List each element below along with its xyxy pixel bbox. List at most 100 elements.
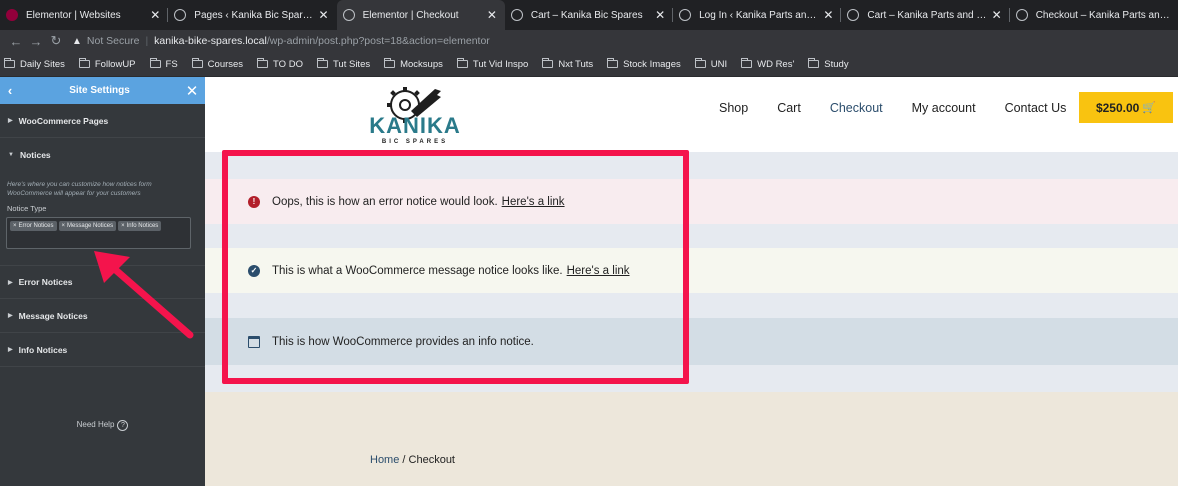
- bookmark-folder[interactable]: Daily Sites: [4, 58, 65, 70]
- bookmark-folder[interactable]: Nxt Tuts: [542, 58, 594, 70]
- cart-total-button[interactable]: $250.00 🛒: [1079, 92, 1173, 123]
- folder-icon: [4, 58, 15, 68]
- close-tab-icon[interactable]: ✕: [485, 8, 499, 22]
- elementor-favicon-icon: [6, 9, 18, 21]
- notice-type-label: Notice Type: [7, 204, 47, 214]
- bookmark-label: FollowUP: [94, 58, 136, 70]
- caret-right-icon: ▶: [8, 347, 13, 354]
- folder-icon: [456, 58, 468, 68]
- browser-toolbar: ← → ↻ ▲ Not Secure | kanika-bike-spares.…: [0, 30, 1178, 52]
- forward-arrow-icon[interactable]: →: [26, 34, 46, 49]
- bookmark-folder[interactable]: UNI: [694, 58, 727, 70]
- browser-tab-active[interactable]: Elementor | Checkout ✕: [336, 0, 505, 30]
- folder-icon: [384, 58, 396, 68]
- chip-label: Info Notices: [126, 223, 159, 230]
- section-notices[interactable]: ▼ Notices: [0, 138, 205, 172]
- nav-checkout[interactable]: Checkout: [830, 101, 883, 115]
- caret-right-icon: ▶: [8, 313, 13, 320]
- nav-my-account[interactable]: My account: [912, 101, 976, 115]
- caret-down-icon: ▼: [8, 152, 14, 158]
- section-label: Error Notices: [18, 277, 73, 288]
- close-tab-icon[interactable]: ✕: [317, 8, 331, 22]
- divider: |: [145, 35, 149, 47]
- bookmark-folder[interactable]: Stock Images: [607, 58, 681, 70]
- tab-title: Elementor | Websites: [26, 9, 121, 21]
- bookmark-folder[interactable]: FS: [149, 58, 178, 70]
- tab-title: Pages ‹ Kanika Bic Spares — WordPress: [194, 9, 316, 21]
- panel-header: ‹ Site Settings ✕: [0, 77, 205, 104]
- bookmark-folder[interactable]: FollowUP: [78, 58, 136, 70]
- wordpress-favicon-icon: [847, 9, 860, 21]
- tab-title: Cart – Kanika Bic Spares: [530, 9, 643, 21]
- bookmark-label: WD Res': [757, 58, 795, 70]
- bookmark-label: Tut Sites: [332, 58, 371, 70]
- chip-label: Message Notices: [67, 223, 114, 230]
- folder-icon: [316, 58, 328, 68]
- remove-icon[interactable]: ×: [13, 223, 17, 229]
- need-help-link[interactable]: Need Help?: [0, 420, 205, 431]
- close-tab-icon[interactable]: ✕: [821, 8, 835, 22]
- folder-icon: [78, 58, 90, 68]
- bookmark-folder[interactable]: Study: [808, 58, 849, 70]
- wordpress-favicon-icon: [342, 9, 355, 21]
- breadcrumb-current: Checkout: [408, 454, 455, 466]
- section-woocommerce-pages[interactable]: ▶ WooCommerce Pages: [0, 104, 205, 138]
- browser-tab[interactable]: Pages ‹ Kanika Bic Spares — WordPress ✕: [168, 0, 336, 30]
- back-arrow-icon[interactable]: ←: [6, 34, 26, 49]
- bookmark-folder[interactable]: TO DO: [257, 58, 303, 70]
- chip-error-notices[interactable]: × Error Notices: [10, 221, 57, 232]
- back-chevron-icon[interactable]: ‹: [0, 83, 20, 98]
- url-host: kanika-bike-spares.local: [154, 35, 267, 47]
- folder-icon: [694, 58, 706, 68]
- cart-total: $250.00: [1095, 100, 1140, 115]
- address-bar[interactable]: ▲ Not Secure | kanika-bike-spares.local …: [72, 32, 1178, 50]
- close-tab-icon[interactable]: ✕: [990, 8, 1004, 22]
- folder-icon: [149, 58, 161, 68]
- browser-tab[interactable]: Cart – Kanika Parts and Spares ✕: [841, 0, 1010, 30]
- chip-message-notices[interactable]: × Message Notices: [58, 221, 117, 232]
- close-tab-icon[interactable]: ✕: [148, 8, 162, 22]
- remove-icon[interactable]: ×: [62, 223, 66, 229]
- folder-icon: [607, 58, 619, 68]
- browser-tab[interactable]: Log In ‹ Kanika Parts and Spares ✕: [673, 0, 842, 30]
- url-path: /wp-admin/post.php?post=18&action=elemen…: [266, 35, 490, 47]
- site-header: KANIKA BIC SPARES Shop Cart Checkout My …: [205, 77, 1178, 152]
- browser-tab[interactable]: Elementor | Websites ✕: [0, 0, 169, 30]
- bookmark-folder[interactable]: Tut Vid Inspo: [456, 58, 528, 70]
- wordpress-favicon-icon: [679, 9, 692, 21]
- panel-title: Site Settings: [69, 85, 130, 96]
- breadcrumb-home[interactable]: Home: [370, 454, 399, 466]
- logo-subtext: BIC SPARES: [382, 139, 448, 145]
- bookmark-folder[interactable]: WD Res': [741, 58, 795, 70]
- tab-title: Elementor | Checkout: [362, 9, 459, 21]
- bookmark-label: Courses: [207, 58, 244, 70]
- wordpress-favicon-icon: [1015, 9, 1028, 21]
- close-icon[interactable]: ✕: [179, 82, 205, 100]
- bookmark-label: FS: [165, 58, 178, 70]
- nav-shop[interactable]: Shop: [719, 101, 748, 115]
- bookmark-folder[interactable]: Tut Sites: [316, 58, 371, 70]
- bookmark-label: Nxt Tuts: [558, 58, 594, 70]
- bookmark-folder[interactable]: Courses: [191, 58, 244, 70]
- folder-icon: [808, 58, 820, 68]
- bookmark-folder[interactable]: Mocksups: [384, 58, 443, 70]
- reload-icon[interactable]: ↻: [46, 33, 66, 49]
- bookmark-label: Mocksups: [400, 58, 443, 70]
- need-help-label: Need Help: [76, 420, 115, 429]
- annotation-arrow-icon: [94, 251, 194, 339]
- nav-cart[interactable]: Cart: [777, 101, 801, 115]
- browser-tab[interactable]: Checkout – Kanika Parts and Spares: [1010, 0, 1178, 30]
- folder-icon: [542, 58, 554, 68]
- tab-title: Cart – Kanika Parts and Spares: [867, 9, 989, 21]
- bookmark-label: Daily Sites: [20, 58, 65, 70]
- chip-info-notices[interactable]: × Info Notices: [118, 221, 162, 232]
- warning-triangle-icon: ▲: [72, 35, 82, 47]
- cart-icon: 🛒: [1142, 102, 1157, 114]
- browser-tab[interactable]: Cart – Kanika Bic Spares ✕: [505, 0, 674, 30]
- wordpress-favicon-icon: [510, 9, 523, 21]
- close-tab-icon[interactable]: ✕: [653, 8, 667, 22]
- nav-contact-us[interactable]: Contact Us: [1005, 101, 1067, 115]
- remove-icon[interactable]: ×: [121, 223, 125, 229]
- section-label: WooCommerce Pages: [18, 115, 109, 126]
- browser-tab-bar: Elementor | Websites ✕ Pages ‹ Kanika Bi…: [0, 0, 1178, 30]
